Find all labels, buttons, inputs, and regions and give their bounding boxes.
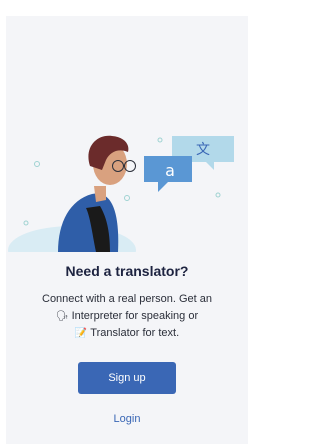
translator-illustration: 文 a bbox=[8, 135, 234, 252]
onboarding-title: Need a translator? bbox=[65, 263, 189, 279]
memo-pencil-icon: 📝 bbox=[74, 328, 88, 339]
bubble-letter-latin: a bbox=[165, 161, 175, 180]
decor-circle bbox=[34, 161, 40, 167]
login-link[interactable]: Login bbox=[6, 413, 248, 425]
description-line-2: 🗣 Interpreter for speaking or bbox=[18, 308, 236, 325]
speaking-head-icon: 🗣 bbox=[55, 311, 69, 322]
decor-circle bbox=[215, 192, 221, 198]
person-neck bbox=[94, 186, 106, 202]
onboarding-description: Connect with a real person. Get an 🗣 Inte… bbox=[18, 291, 236, 342]
description-line-1: Connect with a real person. Get an bbox=[42, 293, 212, 305]
description-line-3: 📝 Translator for text. bbox=[18, 325, 236, 342]
sign-up-button[interactable]: Sign up bbox=[78, 362, 176, 394]
decor-circle bbox=[23, 220, 29, 226]
bubble-letter-other: 文 bbox=[196, 142, 210, 158]
decor-circle bbox=[157, 137, 163, 143]
onboarding-screen: 文 a Need a translator? Connect with a re… bbox=[6, 16, 248, 444]
translator-text: Translator for text. bbox=[90, 327, 180, 339]
decor-circle bbox=[124, 195, 130, 201]
interpreter-text: Interpreter for speaking or bbox=[71, 310, 199, 322]
